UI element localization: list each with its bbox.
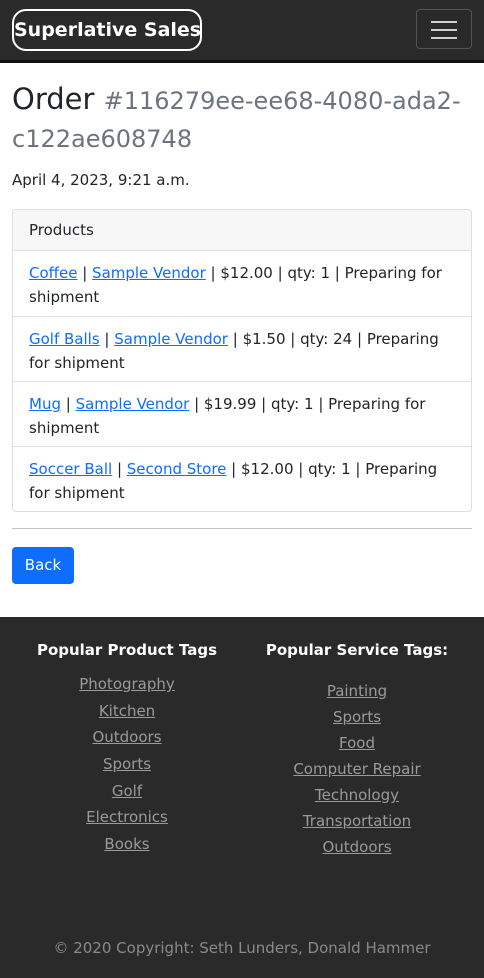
product-tag-item: Kitchen: [0, 698, 254, 725]
service-tag-item: Outdoors: [230, 834, 484, 860]
service-tag-link[interactable]: Transportation: [303, 812, 411, 830]
service-tag-item: Computer Repair: [230, 756, 484, 782]
product-tags-list: Photography Kitchen Outdoors Sports Golf Elec…: [0, 671, 254, 858]
product-tags-section: Popular Product Tags Photography Kitchen O…: [0, 639, 254, 858]
divider: [12, 528, 472, 529]
page-title: Order #116279ee-ee68-4080-ada2-c122ae608…: [12, 81, 472, 157]
service-tags-section: Popular Service Tags: Painting Sports Food…: [230, 639, 484, 860]
service-tag-item: Technology: [230, 782, 484, 808]
product-list-item: Coffee | Sample Vendor | $12.00 | qty: 1…: [29, 264, 442, 306]
service-tag-link[interactable]: Computer Repair: [293, 760, 420, 778]
main-content: Order #116279ee-ee68-4080-ada2-c122ae608…: [0, 81, 484, 584]
product-tag-item: Golf: [0, 778, 254, 805]
product-price: $12.00: [241, 460, 294, 478]
product-tag-item: Photography: [0, 671, 254, 698]
order-date: April 4, 2023, 9:21 a.m.: [12, 171, 190, 189]
navbar-toggle-button[interactable]: [416, 9, 472, 49]
products-card-header: Products: [13, 210, 471, 251]
product-link[interactable]: Coffee: [29, 264, 77, 282]
product-tag-link[interactable]: Golf: [112, 782, 142, 800]
service-tag-item: Painting: [230, 678, 484, 704]
footer: Popular Product Tags Photography Kitchen O…: [0, 617, 484, 978]
service-tag-item: Food: [230, 730, 484, 756]
product-quantity: qty: 1: [308, 460, 351, 478]
product-price: $1.50: [242, 330, 286, 348]
back-button[interactable]: Back: [12, 547, 74, 584]
product-tags-title: Popular Product Tags: [36, 641, 218, 659]
vendor-link[interactable]: Sample Vendor: [114, 330, 228, 348]
copyright-text: © 2020 Copyright: Seth Lunders, Donald H…: [53, 939, 431, 957]
vendor-link[interactable]: Sample Vendor: [92, 264, 206, 282]
service-tag-item: Sports: [230, 704, 484, 730]
product-price: $19.99: [203, 395, 257, 413]
service-tags-title: Popular Service Tags:: [265, 641, 449, 659]
product-tag-item: Sports: [0, 751, 254, 778]
product-tag-link[interactable]: Sports: [103, 755, 151, 773]
product-tag-link[interactable]: Photography: [79, 675, 175, 693]
brand-link[interactable]: Superlative Sales: [12, 9, 202, 51]
products-card: Products Coffee | Sample Vendor | $12.00…: [12, 209, 472, 512]
service-tag-item: Transportation: [230, 808, 484, 834]
service-tag-link[interactable]: Technology: [315, 786, 399, 804]
service-tags-list: Painting Sports Food Computer Repair Technol…: [230, 678, 484, 860]
product-tag-link[interactable]: Kitchen: [99, 702, 155, 720]
product-tag-link[interactable]: Outdoors: [92, 728, 161, 746]
vendor-link[interactable]: Second Store: [127, 460, 227, 478]
product-quantity: qty: 1: [270, 395, 314, 413]
product-tag-link[interactable]: Books: [104, 835, 149, 853]
product-quantity: qty: 24: [300, 330, 353, 348]
order-heading: Order: [12, 82, 95, 116]
product-price: $12.00: [220, 264, 273, 282]
product-list-item: Golf Balls | Sample Vendor | $1.50 | qty…: [13, 316, 471, 381]
product-link[interactable]: Mug: [29, 395, 61, 413]
product-tag-item: Outdoors: [0, 724, 254, 751]
service-tag-link[interactable]: Food: [339, 734, 375, 752]
service-tag-link[interactable]: Painting: [327, 682, 387, 700]
product-link[interactable]: Soccer Ball: [29, 460, 112, 478]
product-list: Coffee | Sample Vendor | $12.00 | qty: 1…: [13, 251, 471, 511]
service-tag-link[interactable]: Outdoors: [322, 838, 391, 856]
product-list-item: Soccer Ball | Second Store | $12.00 | qt…: [13, 446, 471, 511]
product-link[interactable]: Golf Balls: [29, 330, 100, 348]
product-tag-link[interactable]: Electronics: [86, 808, 168, 826]
product-tag-item: Books: [0, 831, 254, 858]
product-list-item: Mug | Sample Vendor | $19.99 | qty: 1 | …: [13, 381, 471, 446]
navbar: Superlative Sales: [0, 0, 484, 63]
vendor-link[interactable]: Sample Vendor: [76, 395, 190, 413]
product-tag-item: Electronics: [0, 804, 254, 831]
service-tag-link[interactable]: Sports: [333, 708, 381, 726]
product-quantity: qty: 1: [287, 264, 331, 282]
